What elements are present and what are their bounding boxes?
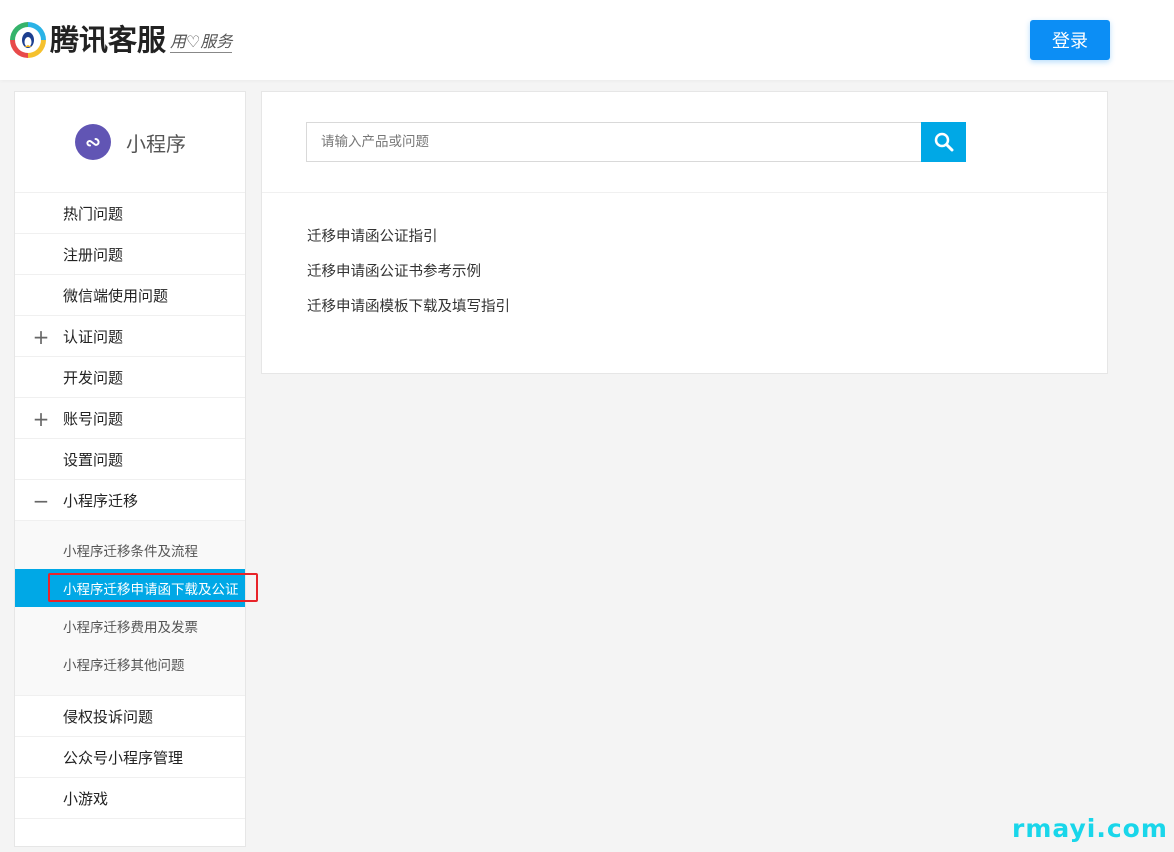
sidebar-item-settings[interactable]: 设置问题 [15,439,245,480]
logo-text: 腾讯客服 [50,23,167,57]
sidebar-item-minigame[interactable]: 小游戏 [15,778,245,819]
sidebar-item-wechat-usage[interactable]: 微信端使用问题 [15,275,245,316]
sidebar-item-label: 热门问题 [63,204,124,223]
article-link[interactable]: 迁移申请函公证指引 [307,226,1107,261]
sidebar-item-label: 认证问题 [63,327,124,346]
sidebar-item-verification[interactable]: + 认证问题 [15,316,245,357]
penguin-logo-icon [10,22,46,58]
article-link[interactable]: 迁移申请函公证书参考示例 [307,261,1107,296]
expand-icon [33,275,49,316]
plus-icon[interactable]: + [33,398,50,439]
sidebar-header: 小程序 [15,92,245,193]
sidebar-item-hot-questions[interactable]: 热门问题 [15,193,245,234]
sidebar-item-label: 设置问题 [63,450,124,469]
expand-icon [33,357,49,398]
main-panel: 迁移申请函公证指引 迁移申请函公证书参考示例 迁移申请函模板下载及填写指引 [261,91,1108,374]
login-button[interactable]: 登录 [1030,20,1110,60]
migration-submenu: 小程序迁移条件及流程 小程序迁移申请函下载及公证 小程序迁移费用及发票 小程序迁… [15,521,258,696]
sidebar-item-oa-management[interactable]: 公众号小程序管理 [15,737,245,778]
sidebar-item-label: 开发问题 [63,368,124,387]
miniprogram-icon [75,124,111,160]
sidebar-item-label: 小程序迁移 [63,491,139,510]
sidebar-item-migration[interactable]: − 小程序迁移 [15,480,245,521]
sidebar-item-account[interactable]: + 账号问题 [15,398,245,439]
sidebar-item-development[interactable]: 开发问题 [15,357,245,398]
article-list: 迁移申请函公证指引 迁移申请函公证书参考示例 迁移申请函模板下载及填写指引 [262,193,1107,331]
search-icon [934,132,953,152]
sidebar-item-label: 小游戏 [63,789,109,808]
subitem-migration-other[interactable]: 小程序迁移其他问题 [15,645,245,683]
logo-slogan: 用♡服务 [170,31,233,53]
watermark: rmayi.com [1012,814,1168,843]
expand-icon [33,193,49,234]
subitem-label: 小程序迁移申请函下载及公证 [63,582,239,598]
sidebar-item-infringement[interactable]: 侵权投诉问题 [15,696,245,737]
sidebar-item-label: 侵权投诉问题 [63,707,154,726]
subitem-migration-fees[interactable]: 小程序迁移费用及发票 [15,607,245,645]
sidebar-item-label: 微信端使用问题 [63,286,169,305]
search-input[interactable] [306,122,922,162]
article-link[interactable]: 迁移申请函模板下载及填写指引 [307,296,1107,331]
tencent-kefu-logo[interactable]: 腾讯客服 用♡服务 [10,20,233,60]
header: 腾讯客服 用♡服务 登录 [0,0,1174,80]
subitem-migration-conditions[interactable]: 小程序迁移条件及流程 [15,531,245,569]
sidebar-item-label: 公众号小程序管理 [63,748,184,767]
expand-icon [33,234,49,275]
sidebar: 小程序 热门问题 注册问题 微信端使用问题 + 认证问题 开发问题 + 账号问题… [14,91,258,847]
subitem-migration-letter-active[interactable]: 小程序迁移申请函下载及公证 [15,569,258,607]
sidebar-title: 小程序 [126,131,186,156]
minus-icon[interactable]: − [33,480,50,521]
plus-icon[interactable]: + [33,316,50,357]
search-bar [262,92,1107,193]
search-button[interactable] [921,122,966,162]
sidebar-item-registration[interactable]: 注册问题 [15,234,245,275]
sidebar-item-label: 账号问题 [63,409,124,428]
expand-icon [33,439,49,480]
sidebar-item-label: 注册问题 [63,245,124,264]
